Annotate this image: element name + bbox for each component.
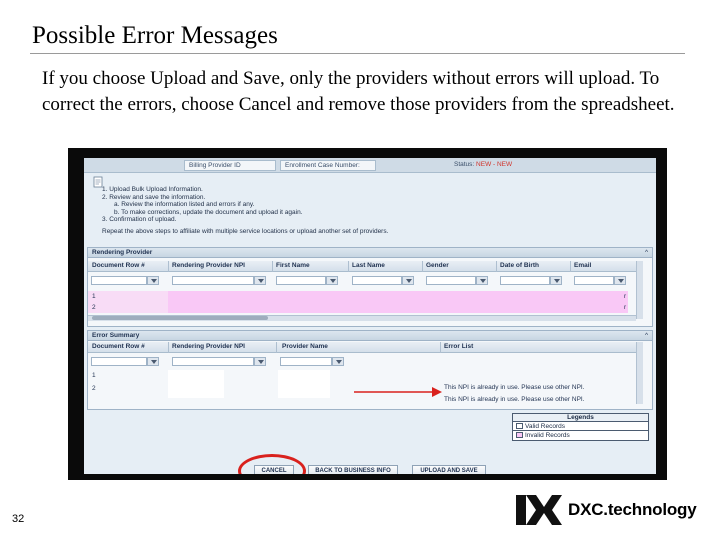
col-sep	[422, 261, 423, 272]
col-sep	[440, 342, 441, 353]
filter-dropdown-icon[interactable]	[402, 276, 414, 285]
filter-input[interactable]	[500, 276, 550, 285]
row-tail-text: r	[624, 304, 627, 311]
annotation-arrow-icon	[354, 387, 442, 397]
error-summary-title: Error Summary	[92, 332, 140, 339]
instruction-step-2b: b. To make corrections, update the docum…	[114, 208, 303, 216]
header-strip: Billing Provider ID Enrollment Case Numb…	[84, 158, 656, 173]
col-rendering-provider-npi[interactable]: Rendering Provider NPI	[172, 262, 245, 269]
filter-dropdown-icon[interactable]	[326, 276, 338, 285]
status-value: NEW - NEW	[476, 161, 513, 168]
horizontal-scrollbar[interactable]	[88, 315, 636, 321]
col-gender[interactable]: Gender	[426, 262, 449, 269]
filter-dropdown-icon[interactable]	[147, 276, 159, 285]
cancel-highlight-ring	[238, 454, 306, 474]
slide-number: 32	[12, 513, 25, 525]
filter-input[interactable]	[280, 357, 332, 366]
filter-input[interactable]	[91, 276, 147, 285]
table-row[interactable]: 1	[88, 371, 96, 381]
filter-input[interactable]	[276, 276, 326, 285]
col-sep	[570, 261, 571, 272]
app-window: Billing Provider ID Enrollment Case Numb…	[84, 158, 656, 474]
col-rendering-provider-npi[interactable]: Rendering Provider NPI	[172, 343, 245, 350]
status-label: Status:	[454, 161, 475, 168]
dxc-mark-icon	[516, 495, 562, 525]
row-tail-text: r	[624, 293, 627, 300]
legend-valid-label: Valid Records	[525, 423, 565, 430]
filter-dropdown-icon[interactable]	[614, 276, 626, 285]
rendering-provider-title: Rendering Provider	[92, 249, 153, 256]
instruction-step-2a: a. Review the information listed and err…	[114, 201, 255, 208]
filter-dropdown-icon[interactable]	[476, 276, 488, 285]
legend-invalid-label: Invalid Records	[525, 432, 570, 439]
col-document-row[interactable]: Document Row #	[92, 343, 145, 350]
vertical-scrollbar[interactable]	[636, 342, 643, 404]
upload-and-save-button[interactable]: UPLOAD AND SAVE	[412, 465, 486, 474]
filter-dropdown-icon[interactable]	[254, 276, 266, 285]
col-last-name[interactable]: Last Name	[352, 262, 385, 269]
filter-dropdown-icon[interactable]	[147, 357, 159, 366]
error-summary-panel-header[interactable]: Error Summary ^	[88, 331, 652, 341]
back-to-business-info-button[interactable]: BACK TO BUSINESS INFO	[308, 465, 398, 474]
filter-input[interactable]	[426, 276, 476, 285]
error-summary-grid-header: Document Row # Rendering Provider NPI Pr…	[88, 342, 636, 353]
table-row[interactable]: 2	[88, 303, 96, 313]
col-document-row[interactable]: Document Row #	[92, 262, 145, 269]
logo-text: DXC.technology	[568, 500, 697, 519]
filter-dropdown-icon[interactable]	[254, 357, 266, 366]
enrollment-case-number-field: Enrollment Case Number:	[280, 160, 376, 171]
title-rule	[30, 53, 685, 54]
col-date-of-birth[interactable]: Date of Birth	[500, 262, 539, 269]
col-sep	[168, 342, 169, 353]
collapse-caret-icon[interactable]: ^	[645, 331, 648, 340]
screenshot-frame: Billing Provider ID Enrollment Case Numb…	[68, 148, 667, 480]
rendering-provider-panel-header[interactable]: Rendering Provider ^	[88, 248, 652, 258]
legend-valid: Valid Records	[513, 422, 648, 431]
error-message: This NPI is already in use. Please use o…	[444, 384, 585, 391]
col-sep	[276, 342, 277, 353]
instructions: 1. Upload Bulk Upload Information. 2. Re…	[102, 186, 388, 235]
col-email[interactable]: Email	[574, 262, 591, 269]
filter-input[interactable]	[574, 276, 614, 285]
npi-cell-redacted	[168, 370, 224, 398]
dxc-logo: DXC.technology	[516, 492, 712, 528]
filter-input[interactable]	[172, 276, 254, 285]
rendering-provider-grid-header: Document Row # Rendering Provider NPI Fi…	[88, 261, 636, 272]
filter-dropdown-icon[interactable]	[550, 276, 562, 285]
col-sep	[348, 261, 349, 272]
legend-box: Legends Valid Records Invalid Records	[512, 413, 649, 441]
col-sep	[272, 261, 273, 272]
slide-title: Possible Error Messages	[32, 22, 278, 49]
legend-invalid: Invalid Records	[513, 431, 648, 440]
col-sep	[496, 261, 497, 272]
horizontal-scroll-thumb[interactable]	[92, 316, 268, 320]
filter-input[interactable]	[172, 357, 254, 366]
vertical-scrollbar[interactable]	[636, 261, 643, 319]
table-row[interactable]: 1	[88, 292, 96, 302]
instruction-repeat: Repeat the above steps to affiliate with…	[102, 227, 389, 235]
col-provider-name[interactable]: Provider Name	[282, 343, 328, 350]
valid-swatch	[516, 423, 523, 429]
col-sep	[168, 261, 169, 272]
collapse-caret-icon[interactable]: ^	[645, 248, 648, 257]
status-display: Status: NEW - NEW	[454, 161, 512, 168]
invalid-swatch	[516, 432, 523, 438]
table-row[interactable]: 2	[88, 384, 96, 394]
col-error-list[interactable]: Error List	[444, 343, 473, 350]
legend-title: Legends	[513, 414, 648, 422]
billing-provider-id-field: Billing Provider ID	[184, 160, 276, 171]
filter-input[interactable]	[91, 357, 147, 366]
col-first-name[interactable]: First Name	[276, 262, 310, 269]
instruction-step-3: 3. Confirmation of upload.	[102, 216, 177, 223]
filter-input[interactable]	[352, 276, 402, 285]
instruction-step-1: 1. Upload Bulk Upload Information.	[102, 186, 203, 193]
slide-body-text: If you choose Upload and Save, only the …	[42, 68, 675, 115]
invalid-row-highlight	[168, 291, 628, 313]
instruction-step-2: 2. Review and save the information.	[102, 193, 206, 201]
error-message: This NPI is already in use. Please use o…	[444, 396, 585, 403]
filter-dropdown-icon[interactable]	[332, 357, 344, 366]
invalid-row-background	[88, 291, 168, 313]
provider-name-cell-redacted	[278, 370, 330, 398]
